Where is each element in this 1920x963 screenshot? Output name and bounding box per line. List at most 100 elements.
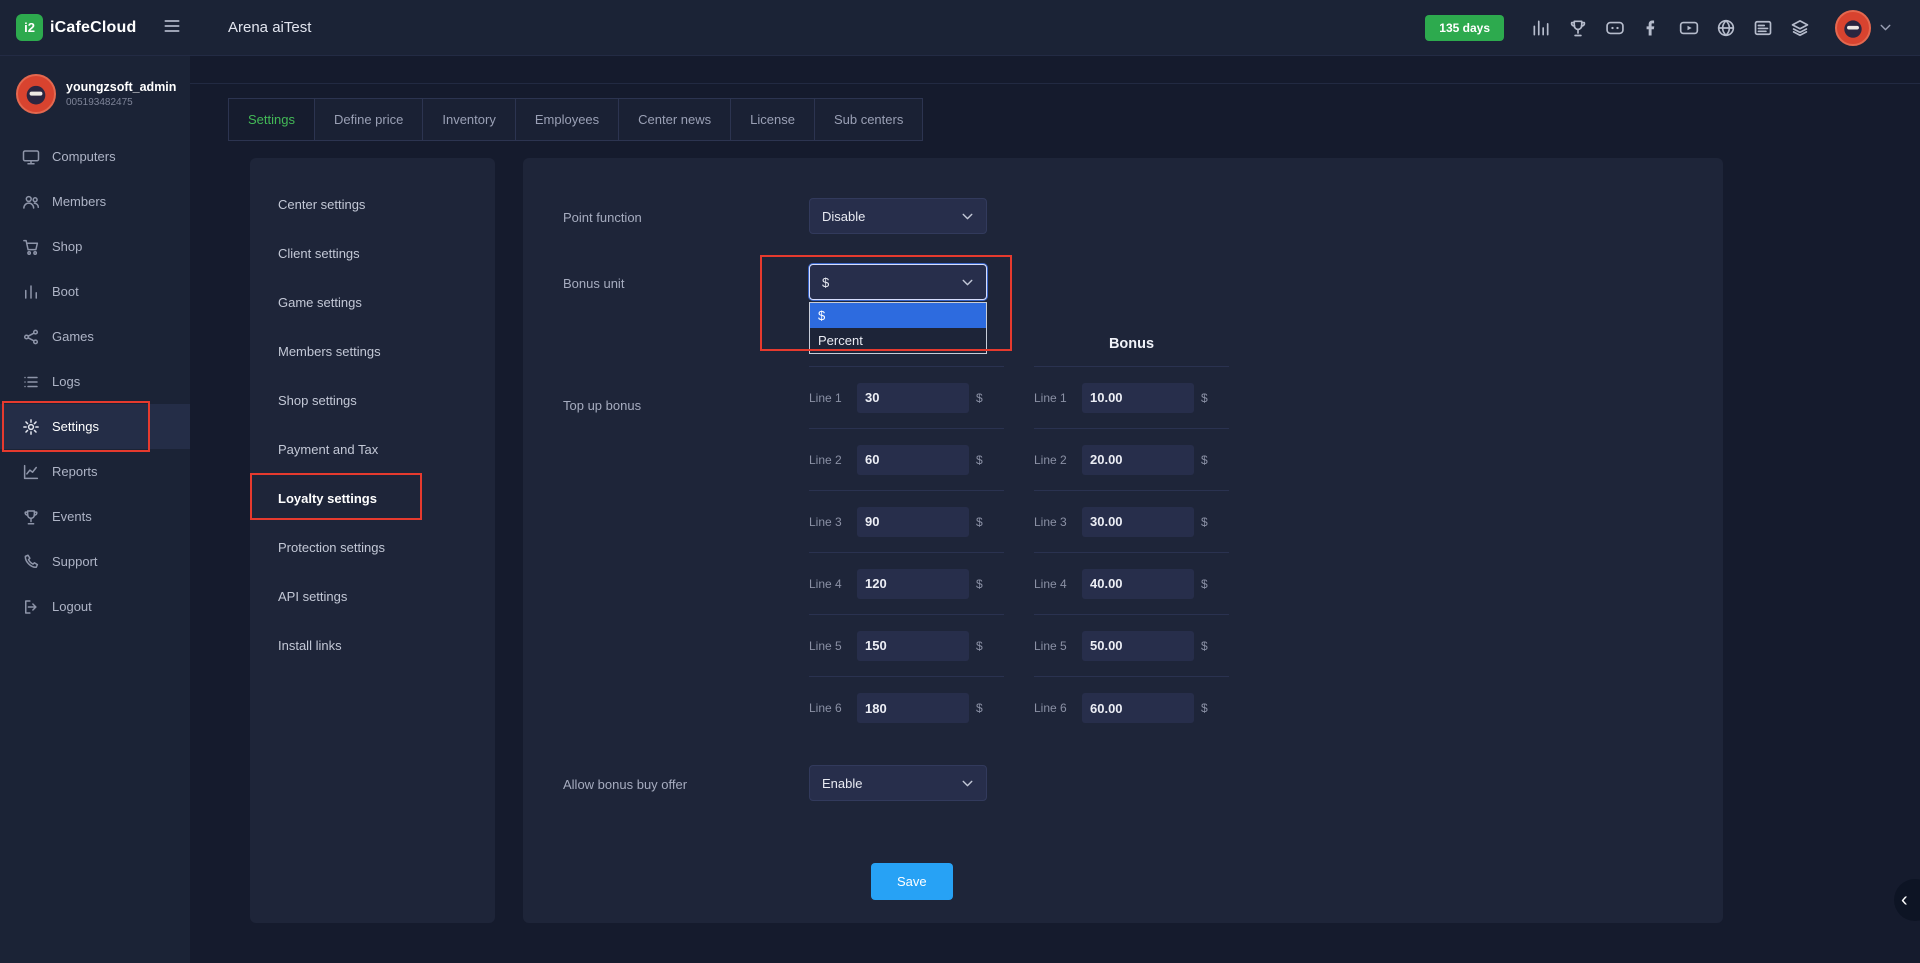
- youtube-icon[interactable]: [1679, 18, 1699, 38]
- bonus-line4-input[interactable]: [1082, 569, 1194, 599]
- bonus-line6-input[interactable]: [1082, 693, 1194, 723]
- currency-suffix: $: [976, 515, 983, 529]
- point-function-value: Disable: [822, 209, 865, 224]
- settings-subnav: Center settings Client settings Game set…: [250, 158, 495, 923]
- bonus-line2-input[interactable]: [1082, 445, 1194, 475]
- bonus-unit-select[interactable]: $: [809, 264, 987, 300]
- topup-line3-input[interactable]: [857, 507, 969, 537]
- line-label: Line 3: [1034, 515, 1082, 529]
- subnav-shop-settings[interactable]: Shop settings: [250, 376, 495, 425]
- table-row: Line 3 $: [809, 491, 1004, 553]
- analytics-icon[interactable]: [1531, 18, 1551, 38]
- table-row: Line 4 $: [809, 553, 1004, 615]
- sidebar-item-logs[interactable]: Logs: [0, 359, 190, 404]
- bonus-unit-option-percent[interactable]: Percent: [810, 328, 986, 353]
- settings-tabs: Settings Define price Inventory Employee…: [228, 98, 1920, 141]
- sidebar-item-logout[interactable]: Logout: [0, 584, 190, 629]
- subnav-client-settings[interactable]: Client settings: [250, 229, 495, 278]
- sidebar-item-settings[interactable]: Settings: [0, 404, 190, 449]
- trophy-icon[interactable]: [1568, 18, 1588, 38]
- layers-icon[interactable]: [1790, 18, 1810, 38]
- topup-line2-input[interactable]: [857, 445, 969, 475]
- subnav-payment-and-tax[interactable]: Payment and Tax: [250, 425, 495, 474]
- page-title: Arena aiTest: [228, 19, 311, 36]
- sidebar-item-events[interactable]: Events: [0, 494, 190, 539]
- topup-line6-input[interactable]: [857, 693, 969, 723]
- point-function-select[interactable]: Disable: [809, 198, 987, 234]
- logout-icon: [22, 598, 40, 616]
- brand-area: i2 iCafeCloud: [0, 14, 190, 41]
- chevron-down-icon: [959, 775, 976, 792]
- currency-suffix: $: [976, 639, 983, 653]
- members-icon: [22, 193, 40, 211]
- sidebar-item-label: Games: [52, 329, 94, 344]
- subnav-protection-settings[interactable]: Protection settings: [250, 523, 495, 572]
- gear-icon: [22, 418, 40, 436]
- line-label: Line 5: [1034, 639, 1082, 653]
- line-label: Line 4: [1034, 577, 1082, 591]
- discord-icon[interactable]: [1605, 18, 1625, 38]
- bonus-unit-option-dollar[interactable]: $: [810, 303, 986, 328]
- subnav-members-settings[interactable]: Members settings: [250, 327, 495, 376]
- point-function-label: Point function: [563, 208, 809, 225]
- sidebar-item-shop[interactable]: Shop: [0, 224, 190, 269]
- sidebar-item-boot[interactable]: Boot: [0, 269, 190, 314]
- subnav-center-settings[interactable]: Center settings: [250, 180, 495, 229]
- bonus-line3-input[interactable]: [1082, 507, 1194, 537]
- top-up-bonus-label: Top up bonus: [563, 336, 809, 413]
- point-function-row: Point function Disable: [563, 198, 1723, 234]
- subnav-install-links[interactable]: Install links: [250, 621, 495, 670]
- sidebar-item-label: Boot: [52, 284, 79, 299]
- hamburger-menu-icon[interactable]: [162, 16, 182, 39]
- billing-icon[interactable]: [1753, 18, 1773, 38]
- allow-bonus-buy-offer-row: Allow bonus buy offer Enable: [563, 765, 1723, 801]
- tab-define-price[interactable]: Define price: [314, 98, 423, 141]
- tab-inventory[interactable]: Inventory: [422, 98, 515, 141]
- topbar: i2 iCafeCloud Arena aiTest 135 days: [0, 0, 1920, 56]
- sidebar-avatar: [16, 74, 56, 114]
- tab-settings[interactable]: Settings: [228, 98, 315, 141]
- sidebar-user-block: youngzsoft_admin 005193482475: [0, 56, 190, 134]
- currency-suffix: $: [1201, 453, 1208, 467]
- table-row: Line 1 $: [1034, 367, 1229, 429]
- topup-line5-input[interactable]: [857, 631, 969, 661]
- sidebar-item-label: Settings: [52, 419, 99, 434]
- bonus-header: Bonus: [1034, 336, 1229, 367]
- bonus-line1-input[interactable]: [1082, 383, 1194, 413]
- license-days-badge[interactable]: 135 days: [1425, 15, 1504, 41]
- globe-icon[interactable]: [1716, 18, 1736, 38]
- currency-suffix: $: [1201, 391, 1208, 405]
- currency-suffix: $: [976, 701, 983, 715]
- bonus-column: Bonus Line 1 $ Line 2 $ Line 3: [1034, 336, 1229, 739]
- subnav-item-label: Loyalty settings: [278, 491, 377, 506]
- currency-suffix: $: [976, 391, 983, 405]
- subnav-game-settings[interactable]: Game settings: [250, 278, 495, 327]
- topup-line1-input[interactable]: [857, 383, 969, 413]
- user-menu[interactable]: [1835, 10, 1894, 46]
- topup-line4-input[interactable]: [857, 569, 969, 599]
- subnav-api-settings[interactable]: API settings: [250, 572, 495, 621]
- table-row: Line 3 $: [1034, 491, 1229, 553]
- currency-suffix: $: [976, 453, 983, 467]
- reports-icon: [22, 463, 40, 481]
- sidebar-item-support[interactable]: Support: [0, 539, 190, 584]
- line-label: Line 5: [809, 639, 857, 653]
- logs-icon: [22, 373, 40, 391]
- bonus-line5-input[interactable]: [1082, 631, 1194, 661]
- sidebar-item-games[interactable]: Games: [0, 314, 190, 359]
- save-button[interactable]: Save: [871, 863, 953, 900]
- tab-center-news[interactable]: Center news: [618, 98, 731, 141]
- allow-bonus-buy-offer-select[interactable]: Enable: [809, 765, 987, 801]
- tab-employees[interactable]: Employees: [515, 98, 619, 141]
- line-label: Line 6: [809, 701, 857, 715]
- subnav-loyalty-settings[interactable]: Loyalty settings: [250, 474, 495, 523]
- tab-license[interactable]: License: [730, 98, 815, 141]
- facebook-icon[interactable]: [1642, 18, 1662, 38]
- sidebar-item-computers[interactable]: Computers: [0, 134, 190, 179]
- bonus-unit-value: $: [822, 275, 829, 290]
- table-row: Line 6 $: [809, 677, 1004, 739]
- tab-sub-centers[interactable]: Sub centers: [814, 98, 923, 141]
- top-up-column: Top up Line 1 $ Line 2 $ Line 3: [809, 336, 1004, 739]
- sidebar-item-members[interactable]: Members: [0, 179, 190, 224]
- sidebar-item-reports[interactable]: Reports: [0, 449, 190, 494]
